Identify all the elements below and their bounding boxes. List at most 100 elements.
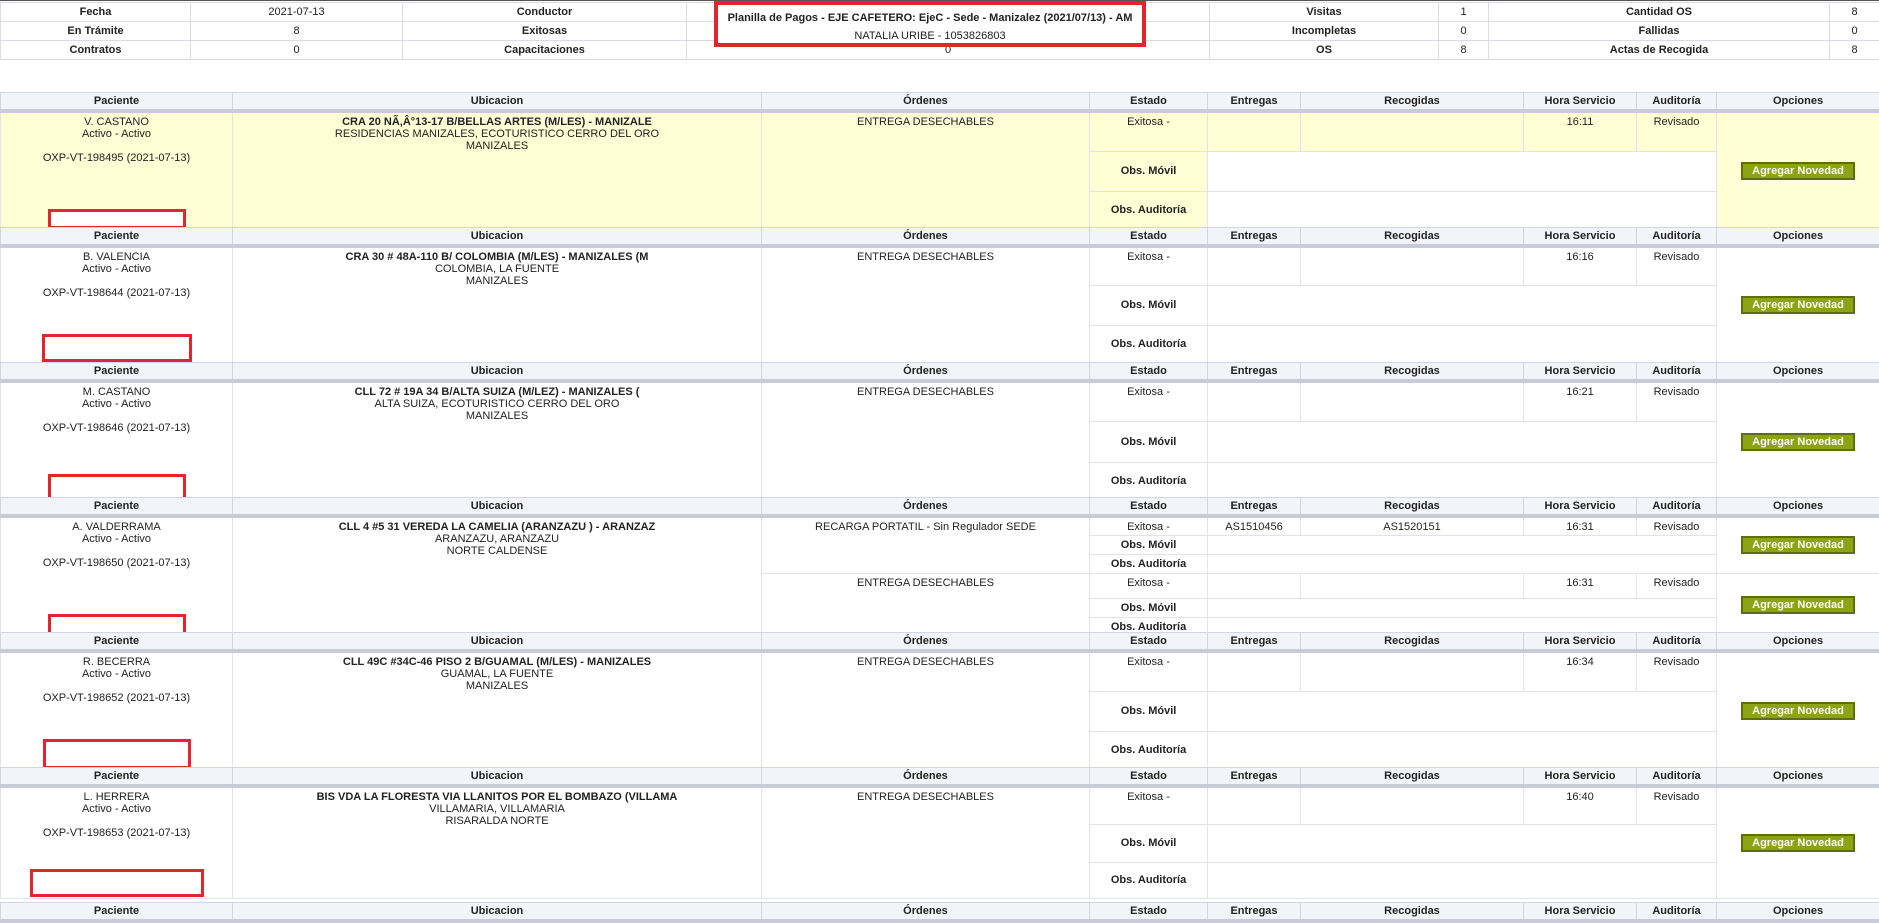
auditoria-cell: Revisado — [1637, 651, 1717, 691]
obs-movil-label: Obs. Móvil — [1090, 599, 1208, 618]
summary-value: 2021-07-13 — [191, 3, 403, 22]
obs-auditoria-label: Obs. Auditoría — [1090, 191, 1208, 229]
record-block: PacienteUbicacionÓrdenesEstadoEntregasRe… — [0, 632, 1879, 770]
header-ordenes: Órdenes — [762, 228, 1090, 247]
header-entregas: Entregas — [1208, 498, 1301, 517]
summary-value: 0 — [1439, 22, 1489, 41]
header-ubicacion: Ubicacion — [233, 498, 762, 517]
header-opciones: Opciones — [1717, 363, 1879, 382]
header-estado: Estado — [1090, 498, 1208, 517]
header-estado: Estado — [1090, 93, 1208, 112]
header-estado: Estado — [1090, 903, 1208, 922]
address-city: MANIZALES — [233, 680, 761, 692]
obs-movil-value[interactable] — [1208, 286, 1717, 326]
add-novedad-button[interactable]: Agregar Novedad — [1741, 296, 1855, 314]
header-entregas: Entregas — [1208, 93, 1301, 112]
header-ordenes: Órdenes — [762, 903, 1090, 922]
add-novedad-button[interactable]: Agregar Novedad — [1741, 536, 1855, 554]
obs-movil-label: Obs. Móvil — [1090, 824, 1208, 862]
patient-name: V. CASTANO — [1, 116, 232, 128]
add-novedad-button[interactable]: Agregar Novedad — [1741, 433, 1855, 451]
table-row: M. CASTANOActivo - ActivoOXP-VT-198646 (… — [1, 381, 1879, 422]
header-paciente: Paciente — [1, 903, 233, 922]
obs-auditoria-value[interactable] — [1208, 325, 1717, 362]
address-city: RISARALDA NORTE — [233, 815, 761, 827]
obs-movil-value[interactable] — [1208, 691, 1717, 731]
obs-movil-value[interactable] — [1208, 535, 1717, 554]
header-opciones: Opciones — [1717, 633, 1879, 652]
obs-auditoria-label: Obs. Auditoría — [1090, 554, 1208, 573]
add-novedad-button[interactable]: Agregar Novedad — [1741, 702, 1855, 720]
header-auditoria: Auditoría — [1637, 768, 1717, 787]
address-city: MANIZALES — [233, 275, 761, 287]
auditoria-cell: Revisado — [1637, 573, 1717, 599]
address-city: NORTE CALDENSE — [233, 545, 761, 557]
hora-cell: 16:21 — [1524, 381, 1637, 422]
header-hora-servicio: Hora Servicio — [1524, 903, 1637, 922]
estado-cell: Exitosa - — [1090, 786, 1208, 824]
location-cell: CRA 30 # 48A-110 B/ COLOMBIA (M/LES) - M… — [233, 246, 762, 363]
header-opciones: Opciones — [1717, 903, 1879, 922]
add-novedad-button[interactable]: Agregar Novedad — [1741, 596, 1855, 614]
obs-movil-label: Obs. Móvil — [1090, 535, 1208, 554]
record-table: PacienteUbicacionÓrdenesEstadoEntregasRe… — [0, 92, 1879, 230]
auditoria-cell: Revisado — [1637, 381, 1717, 422]
header-entregas: Entregas — [1208, 228, 1301, 247]
header-ordenes: Órdenes — [762, 633, 1090, 652]
hora-cell: 16:31 — [1524, 573, 1637, 599]
patient-cell: V. CASTANOActivo - ActivoOXP-VT-198495 (… — [1, 111, 233, 230]
header-entregas: Entregas — [1208, 633, 1301, 652]
obs-movil-value[interactable] — [1208, 824, 1717, 862]
summary-label: Visitas — [1210, 3, 1439, 22]
obs-auditoria-value[interactable] — [1208, 731, 1717, 769]
header-recogidas: Recogidas — [1301, 363, 1524, 382]
summary-label: Exitosas — [403, 22, 687, 41]
header-hora-servicio: Hora Servicio — [1524, 363, 1637, 382]
patient-status: Activo - Activo — [1, 128, 232, 140]
order-cell: ENTREGA DESECHABLES — [762, 381, 1090, 501]
hora-cell: 16:31 — [1524, 516, 1637, 535]
estado-cell: Exitosa - — [1090, 651, 1208, 691]
page-title: Planilla de Pagos - EJE CAFETERO: EjeC -… — [714, 1, 1146, 47]
order-code: OXP-VT-198644 (2021-07-13) — [1, 287, 232, 299]
table-row: V. CASTANOActivo - ActivoOXP-VT-198495 (… — [1, 111, 1879, 151]
address-neighborhood: RESIDENCIAS MANIZALES, ECOTURISTICO CERR… — [233, 128, 761, 140]
header-recogidas: Recogidas — [1301, 228, 1524, 247]
page-title-text: Planilla de Pagos - EJE CAFETERO: EjeC -… — [718, 12, 1142, 24]
auditoria-cell: Revisado — [1637, 111, 1717, 151]
order-cell: ENTREGA DESECHABLES — [762, 246, 1090, 363]
summary-label: Fecha — [1, 3, 191, 22]
record-block: PacienteUbicacionÓrdenesEstadoEntregasRe… — [0, 227, 1879, 363]
patient-status: Activo - Activo — [1, 803, 232, 815]
add-novedad-button[interactable]: Agregar Novedad — [1741, 834, 1855, 852]
header-ubicacion: Ubicacion — [233, 93, 762, 112]
header-hora-servicio: Hora Servicio — [1524, 768, 1637, 787]
header-ordenes: Órdenes — [762, 93, 1090, 112]
header-hora-servicio: Hora Servicio — [1524, 498, 1637, 517]
order-cell: ENTREGA DESECHABLES — [762, 573, 1090, 637]
estado-cell: Exitosa - — [1090, 111, 1208, 151]
obs-auditoria-label: Obs. Auditoría — [1090, 462, 1208, 500]
obs-auditoria-value[interactable] — [1208, 462, 1717, 500]
patient-status: Activo - Activo — [1, 263, 232, 275]
order-code: OXP-VT-198646 (2021-07-13) — [1, 422, 232, 434]
header-estado: Estado — [1090, 633, 1208, 652]
header-recogidas: Recogidas — [1301, 903, 1524, 922]
options-cell: Agregar Novedad — [1717, 246, 1879, 363]
obs-auditoria-value[interactable] — [1208, 554, 1717, 573]
obs-auditoria-value[interactable] — [1208, 191, 1717, 229]
obs-movil-value[interactable] — [1208, 599, 1717, 618]
add-novedad-button[interactable]: Agregar Novedad — [1741, 162, 1855, 180]
options-cell: Agregar Novedad — [1717, 786, 1879, 898]
entregas-cell — [1208, 381, 1301, 422]
obs-movil-value[interactable] — [1208, 422, 1717, 463]
patient-cell: B. VALENCIAActivo - ActivoOXP-VT-198644 … — [1, 246, 233, 363]
obs-auditoria-value[interactable] — [1208, 862, 1717, 898]
record-block: PacienteUbicacionÓrdenesEstadoEntregasRe… — [0, 92, 1879, 230]
patient-name: A. VALDERRAMA — [1, 521, 232, 533]
header-auditoria: Auditoría — [1637, 903, 1717, 922]
obs-movil-label: Obs. Móvil — [1090, 422, 1208, 463]
table-row: R. BECERRAActivo - ActivoOXP-VT-198652 (… — [1, 651, 1879, 691]
address-line: BIS VDA LA FLORESTA VIA LLANITOS POR EL … — [233, 791, 761, 803]
obs-movil-value[interactable] — [1208, 151, 1717, 191]
